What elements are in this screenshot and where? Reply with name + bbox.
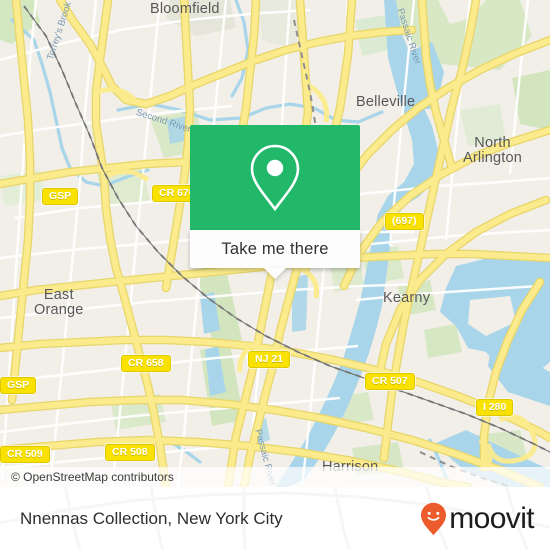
take-me-there-button[interactable]: Take me there [190,230,360,279]
highway-shield: (697) [385,213,424,230]
place-title: Nnennas Collection, New York City [20,508,283,528]
popup-header [190,125,360,230]
highway-shield: CR 507 [365,373,415,390]
popup-tail [264,268,286,279]
map-pin-icon [250,144,300,211]
highway-shield: GSP [0,377,37,394]
highway-shield: NJ 21 [248,351,291,368]
highway-shield: I 280 [476,399,514,416]
moovit-wordmark: moovit [449,501,534,535]
attribution-text: © OpenStreetMap contributors [11,470,174,484]
moovit-logo[interactable]: moovit [420,501,535,536]
highway-shield: CR 509 [0,446,50,463]
map-attribution-bar: © OpenStreetMap contributors [0,467,550,487]
highway-shield: GSP [42,188,79,205]
footer-bar: Nnennas Collection, New York City moovit [0,487,550,550]
highway-shield: CR 658 [121,355,171,372]
location-popup-card[interactable]: Take me there [190,125,360,279]
highway-shield: CR 508 [105,444,155,461]
map-page: Bloomfield Belleville North Arlington East … [0,0,550,550]
moovit-pin-icon [421,502,447,535]
take-me-there-label: Take me there [221,239,329,258]
